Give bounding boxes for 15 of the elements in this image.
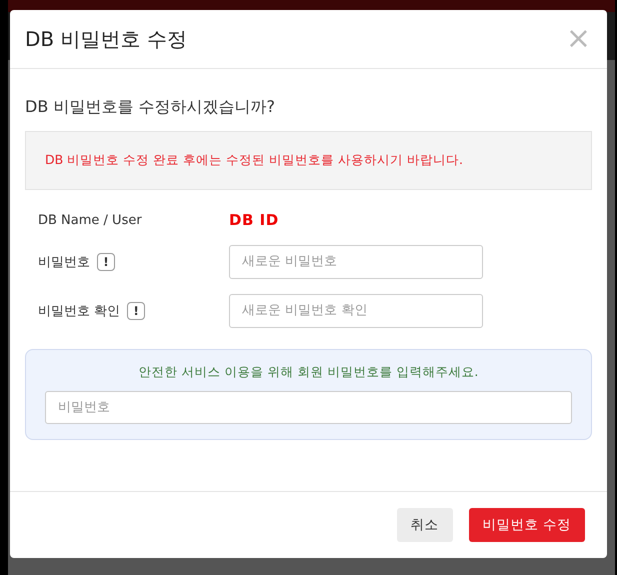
dialog-title: DB 비밀번호 수정 [25,26,187,52]
submit-button[interactable]: 비밀번호 수정 [468,508,585,542]
notice-message: DB 비밀번호 수정 완료 후에는 수정된 비밀번호를 사용하시기 바랍니다. [25,131,592,190]
password-field[interactable]: 새로운 비밀번호 [229,244,483,278]
cancel-button[interactable]: 취소 [396,508,453,542]
field-label: 비밀번호 확인 [38,302,120,320]
db-id-value: DB ID [229,211,279,229]
confirm-question: DB 비밀번호를 수정하시겠습니까? [25,97,276,118]
account-password-field[interactable]: 비밀번호 [45,391,572,424]
info-icon[interactable]: ! [127,302,146,320]
field-label: 비밀번호 [38,254,90,270]
password-field[interactable]: 새로운 비밀번호 확인 [229,294,483,328]
field-label: DB Name / User [38,212,142,228]
verify-message: 안전한 서비스 이용을 위해 회원 비밀번호를 입력해주세요. [138,364,478,381]
info-icon[interactable]: ! [97,252,115,270]
